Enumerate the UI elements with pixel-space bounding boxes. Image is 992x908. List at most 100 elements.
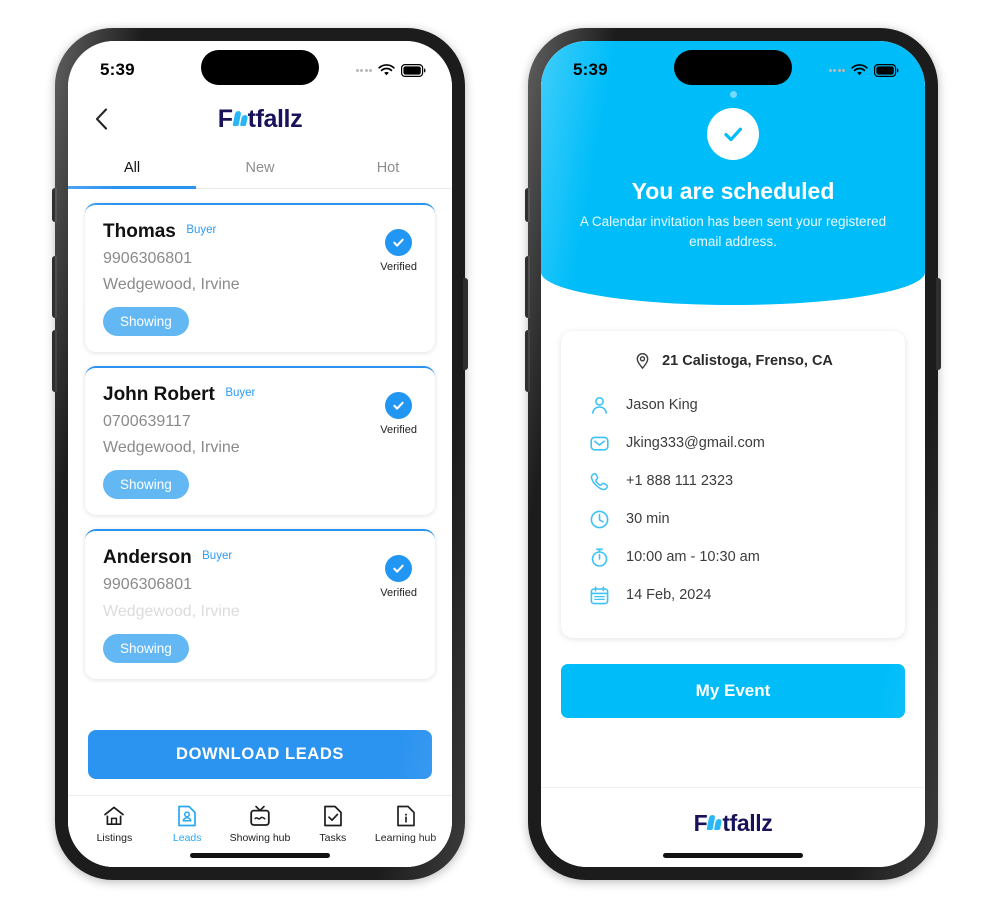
phone-mockup-left: 5:39 F tfallz All New Hot Thomas Buyer 9… — [52, 28, 468, 880]
info-document-icon — [396, 805, 415, 827]
volume-down-button[interactable] — [52, 330, 57, 392]
lead-phone: 9906306801 — [103, 250, 192, 267]
lead-phone: 0700639117 — [103, 413, 191, 431]
tab-new-label: New — [245, 160, 275, 176]
footprint-icon — [706, 815, 723, 830]
lead-card[interactable]: John Robert Buyer 0700639117 Wedgewood, … — [85, 366, 435, 516]
power-button[interactable] — [936, 278, 941, 370]
volume-up-button[interactable] — [525, 256, 530, 318]
map-pin-icon — [636, 353, 649, 370]
nav-label: Tasks — [319, 832, 347, 844]
home-indicator[interactable] — [663, 853, 803, 858]
volume-up-button[interactable] — [52, 256, 57, 318]
volume-down-button[interactable] — [525, 330, 530, 392]
verified-badge: Verified — [380, 221, 417, 336]
home-indicator[interactable] — [190, 853, 330, 858]
silent-switch[interactable] — [52, 188, 57, 222]
person-icon — [592, 396, 607, 414]
logo-suffix: tfallz — [722, 810, 773, 836]
lead-name: Thomas — [103, 221, 176, 242]
clock-icon — [590, 510, 609, 529]
lead-location: Wedgewood, Irvine — [103, 276, 240, 294]
tab-new[interactable]: New — [196, 147, 324, 188]
detail-row-date: 14 Feb, 2024 — [583, 576, 883, 614]
signal-dots-icon — [828, 68, 845, 72]
envelope-icon — [590, 436, 609, 451]
tv-icon — [250, 805, 270, 826]
lead-document-icon — [178, 805, 197, 827]
power-button[interactable] — [463, 278, 468, 370]
detail-row-name: Jason King — [583, 386, 883, 424]
nav-item-leads[interactable]: Leads — [151, 805, 224, 844]
lead-name-row: John Robert Buyer — [103, 384, 255, 406]
verified-label: Verified — [380, 261, 417, 273]
appointment-address-row: 21 Calistoga, Frenso, CA — [583, 351, 883, 370]
leads-list[interactable]: Thomas Buyer 9906306801 Wedgewood, Irvin… — [68, 189, 452, 795]
lead-card[interactable]: Thomas Buyer 9906306801 Wedgewood, Irvin… — [85, 203, 435, 353]
lead-name-row: Anderson Buyer — [103, 547, 240, 569]
detail-value: 14 Feb, 2024 — [626, 587, 712, 604]
hero-subtitle: A Calendar invitation has been sent your… — [579, 214, 887, 249]
dynamic-island — [674, 50, 792, 85]
lead-type-badge: Buyer — [225, 387, 256, 400]
verified-check-icon — [385, 392, 413, 420]
nav-item-tasks[interactable]: Tasks — [296, 805, 369, 844]
detail-value: +1 888 111 2323 — [626, 473, 734, 490]
download-leads-button[interactable]: DOWNLOAD LEADS — [88, 730, 432, 779]
app-header-left: F tfallz — [68, 91, 452, 147]
task-check-document-icon — [323, 805, 342, 827]
verified-badge: Verified — [380, 384, 417, 499]
phone-screen-left: 5:39 F tfallz All New Hot Thomas Buyer 9… — [68, 41, 452, 867]
footprint-icon — [232, 110, 248, 126]
tab-all[interactable]: All — [68, 147, 196, 189]
tab-all-label: All — [123, 160, 141, 176]
lead-status-pill[interactable]: Showing — [103, 470, 189, 500]
phone-icon — [590, 472, 609, 490]
hero-title: You are scheduled — [631, 178, 835, 204]
nav-label: Learning hub — [374, 832, 437, 844]
appointment-address: 21 Calistoga, Frenso, CA — [662, 352, 833, 369]
lead-type-badge: Buyer — [186, 224, 217, 236]
battery-icon — [874, 63, 899, 77]
dynamic-island — [201, 50, 319, 85]
detail-value: 30 min — [626, 511, 670, 528]
tab-hot[interactable]: Hot — [324, 147, 452, 188]
detail-row-email: Jking333@gmail.com — [583, 424, 883, 462]
logo-prefix: F — [693, 810, 708, 836]
home-icon — [104, 806, 125, 826]
nav-item-showing-hub[interactable]: Showing hub — [224, 805, 297, 844]
detail-value: 10:00 am - 10:30 am — [626, 549, 760, 566]
nav-label: Leads — [172, 832, 202, 844]
detail-row-time-range: 10:00 am - 10:30 am — [583, 538, 883, 576]
calendar-icon — [590, 586, 609, 605]
silent-switch[interactable] — [525, 188, 530, 222]
lead-name: Anderson — [103, 547, 192, 569]
screenshot-root: 5:39 F tfallz All New Hot Thomas Buyer 9… — [0, 0, 992, 908]
back-button[interactable] — [88, 106, 114, 132]
check-circle-icon — [707, 108, 759, 160]
lead-status-pill[interactable]: Showing — [103, 633, 189, 663]
lead-name-row: Thomas Buyer — [103, 221, 240, 243]
appointment-details-card: 21 Calistoga, Frenso, CA Jason King Jkin… — [561, 331, 905, 639]
nav-item-learning-hub[interactable]: Learning hub — [369, 805, 442, 844]
my-event-button[interactable]: My Event — [561, 664, 905, 719]
verified-label: Verified — [380, 424, 417, 437]
phone-mockup-right: 5:39 You are scheduled A Calendar invita… — [525, 28, 941, 880]
lead-filter-tabs: All New Hot — [68, 147, 452, 189]
signal-dots-icon — [355, 68, 372, 72]
lead-card[interactable]: Anderson Buyer 9906306801 Wedgewood, Irv… — [85, 529, 435, 679]
detail-value: Jason King — [626, 397, 698, 414]
lead-status-pill[interactable]: Showing — [103, 307, 189, 337]
chevron-left-icon — [95, 108, 107, 130]
verified-check-icon — [385, 229, 413, 256]
nav-label: Listings — [96, 832, 133, 844]
wifi-icon — [851, 63, 868, 75]
lead-location: Wedgewood, Irvine — [103, 602, 240, 620]
timer-icon — [591, 548, 608, 567]
status-bar-time: 5:39 — [573, 60, 608, 79]
battery-icon — [401, 63, 426, 77]
hero-dot — [729, 91, 737, 98]
download-leads-bar: DOWNLOAD LEADS — [68, 716, 452, 795]
nav-item-listings[interactable]: Listings — [78, 805, 151, 844]
detail-value: Jking333@gmail.com — [626, 435, 765, 452]
